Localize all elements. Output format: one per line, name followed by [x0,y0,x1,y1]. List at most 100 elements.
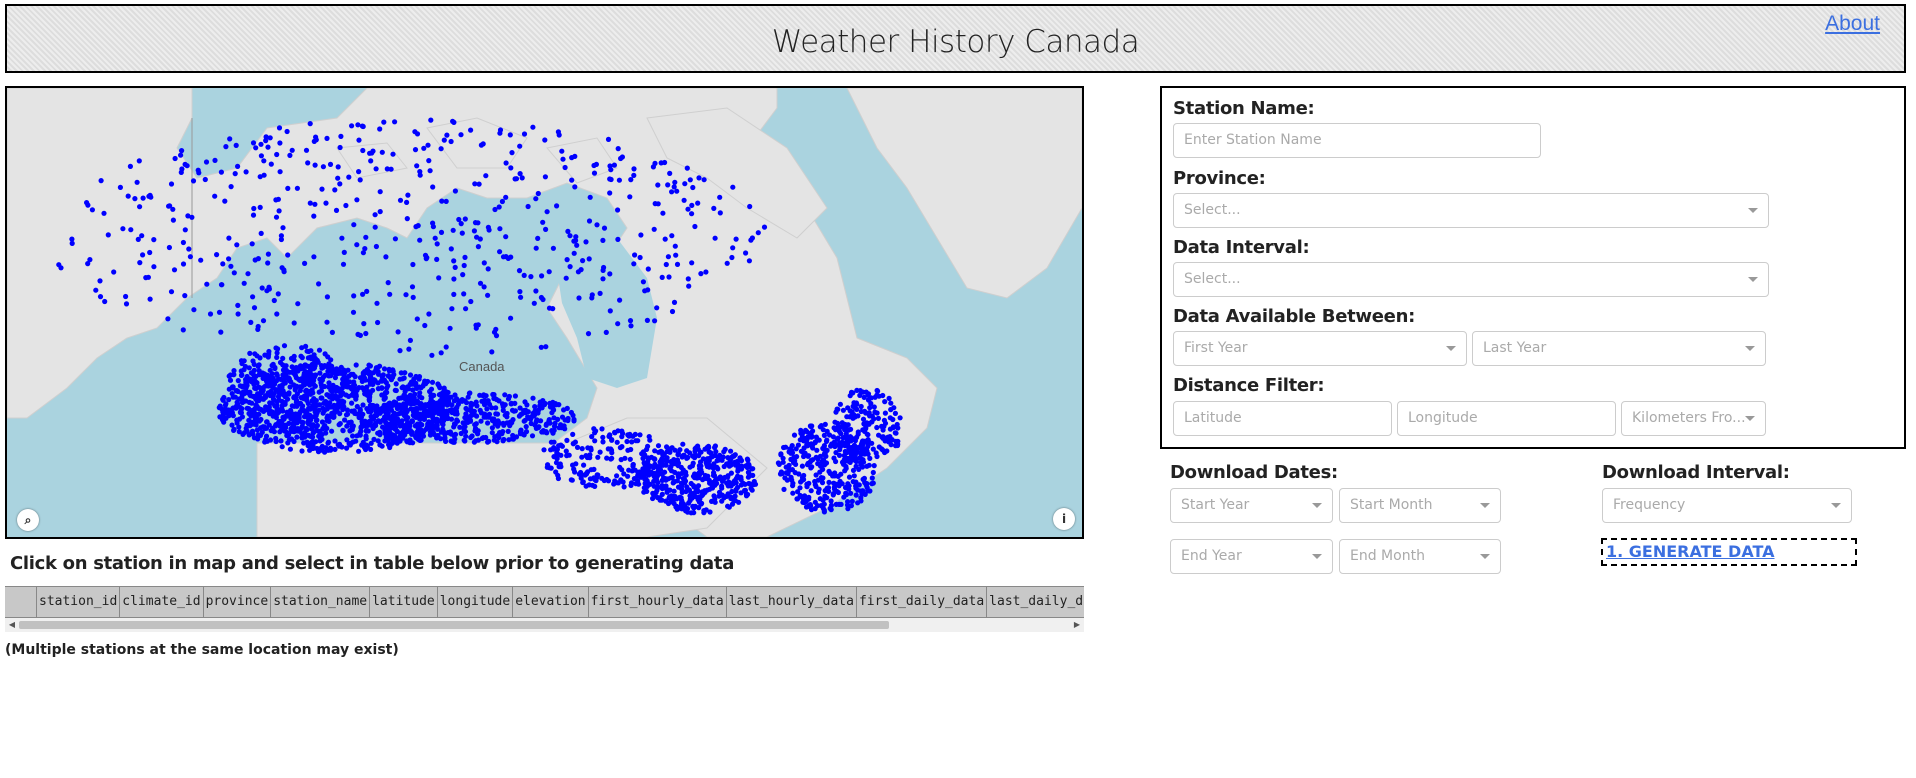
station-marker[interactable] [428,117,434,123]
station-marker[interactable] [532,404,538,410]
station-marker[interactable] [120,226,126,232]
station-marker[interactable] [280,225,286,231]
station-marker[interactable] [671,184,677,190]
station-marker[interactable] [683,508,689,514]
station-marker[interactable] [666,274,672,280]
station-marker[interactable] [170,206,176,212]
station-marker[interactable] [386,429,392,435]
station-marker[interactable] [525,409,531,415]
station-marker[interactable] [317,438,323,444]
station-marker[interactable] [344,423,350,429]
station-marker[interactable] [262,439,268,445]
station-marker[interactable] [291,394,297,400]
station-marker[interactable] [145,274,151,280]
station-marker[interactable] [125,193,131,199]
station-marker[interactable] [870,446,876,452]
station-marker[interactable] [799,434,806,440]
station-marker[interactable] [789,467,796,473]
station-marker[interactable] [422,322,428,329]
station-marker[interactable] [588,445,594,451]
station-marker[interactable] [283,372,289,378]
station-marker[interactable] [860,476,866,482]
station-marker[interactable] [624,438,630,445]
station-marker[interactable] [233,142,239,148]
station-marker[interactable] [562,164,568,171]
column-header-station_id[interactable]: station_id [37,587,121,617]
station-marker[interactable] [329,410,335,416]
station-marker[interactable] [255,323,261,330]
station-marker[interactable] [844,449,850,456]
station-marker[interactable] [690,184,696,191]
station-marker[interactable] [489,349,495,355]
station-marker[interactable] [631,172,637,178]
station-marker[interactable] [648,471,654,477]
station-marker[interactable] [419,395,425,401]
station-marker[interactable] [212,193,218,199]
station-marker[interactable] [614,439,620,445]
station-marker[interactable] [387,441,393,447]
station-marker[interactable] [641,485,647,491]
station-marker[interactable] [698,271,704,277]
station-marker[interactable] [846,474,853,480]
station-marker[interactable] [180,239,186,246]
station-marker[interactable] [866,462,872,468]
station-marker[interactable] [132,196,138,202]
station-marker[interactable] [619,154,626,160]
station-marker[interactable] [261,424,267,430]
station-marker[interactable] [255,384,261,390]
station-marker[interactable] [797,485,803,491]
table-scrollbar[interactable]: ◀ ▶ [5,618,1084,632]
station-marker[interactable] [551,407,557,413]
station-marker[interactable] [367,390,373,396]
station-marker[interactable] [312,162,318,168]
station-marker[interactable] [807,502,813,508]
station-marker[interactable] [497,249,503,255]
station-marker[interactable] [392,119,398,125]
station-marker[interactable] [775,460,782,466]
station-marker[interactable] [517,405,523,411]
station-marker[interactable] [721,463,727,470]
station-marker[interactable] [258,230,264,236]
station-marker[interactable] [328,387,334,393]
station-marker[interactable] [147,296,153,302]
station-marker[interactable] [866,420,872,427]
station-marker[interactable] [812,499,818,505]
station-marker[interactable] [227,372,234,378]
station-marker[interactable] [168,289,175,295]
station-marker[interactable] [386,368,392,374]
station-marker[interactable] [510,432,516,439]
station-marker[interactable] [329,428,335,434]
station-marker[interactable] [397,410,403,416]
station-marker[interactable] [508,315,514,321]
station-marker[interactable] [102,298,108,305]
station-marker[interactable] [543,226,549,232]
station-marker[interactable] [870,469,876,476]
station-marker[interactable] [497,130,503,136]
station-marker[interactable] [871,463,877,469]
station-marker[interactable] [218,329,224,335]
station-marker[interactable] [343,202,349,209]
station-marker[interactable] [231,270,237,276]
station-marker[interactable] [607,271,613,277]
station-marker[interactable] [105,232,111,238]
station-marker[interactable] [468,298,474,305]
station-marker[interactable] [670,480,676,486]
station-marker[interactable] [364,423,370,429]
station-marker[interactable] [454,411,460,417]
station-marker[interactable] [456,398,462,404]
station-marker[interactable] [266,377,272,383]
station-marker[interactable] [248,370,254,376]
station-marker[interactable] [572,184,578,190]
station-marker[interactable] [603,329,609,335]
station-marker[interactable] [485,292,491,298]
station-marker[interactable] [628,323,634,329]
station-marker[interactable] [348,440,354,446]
station-marker[interactable] [234,242,240,248]
station-marker[interactable] [270,428,277,434]
station-marker[interactable] [307,447,313,453]
station-marker[interactable] [282,423,288,429]
start-year-select[interactable]: Start Year [1170,488,1333,523]
station-marker[interactable] [732,493,738,499]
station-marker[interactable] [645,481,652,487]
column-header-latitude[interactable]: latitude [370,587,438,617]
